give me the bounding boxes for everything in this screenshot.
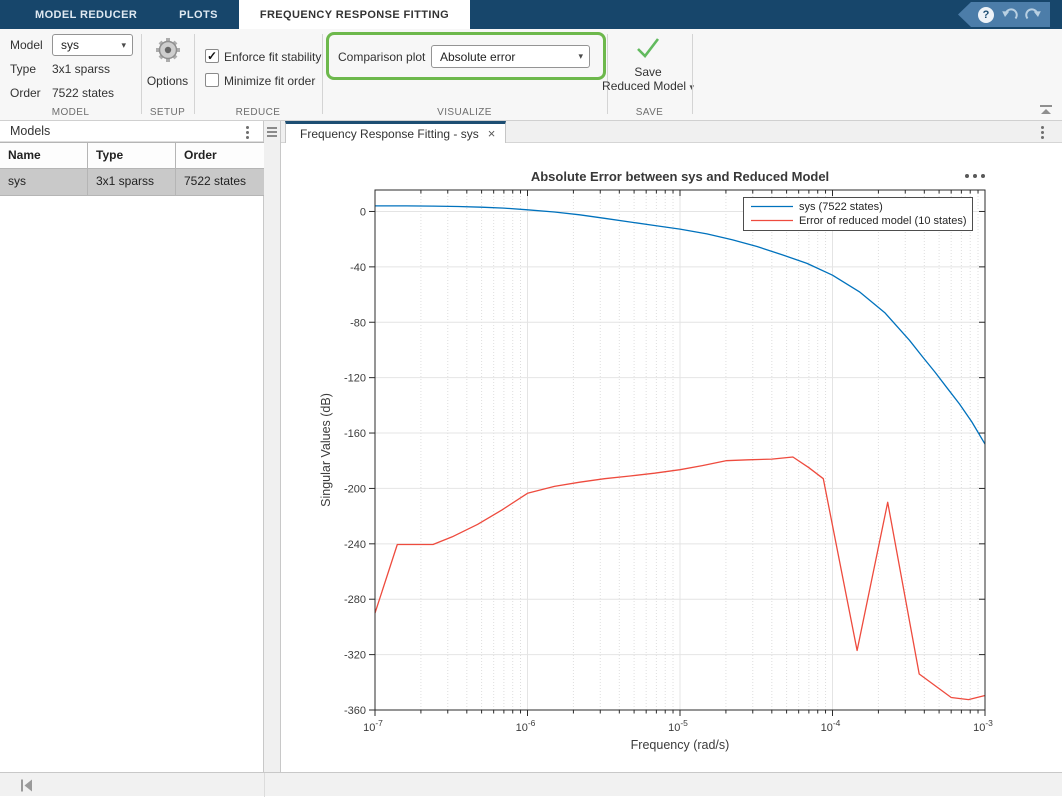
model-name-cell: sys xyxy=(0,169,88,195)
tab-model-reducer[interactable]: MODEL REDUCER xyxy=(14,0,158,29)
svg-text:-40: -40 xyxy=(350,262,366,274)
minimize-fit-order-checkbox[interactable] xyxy=(205,73,219,87)
ribbon-separator xyxy=(322,34,323,114)
status-bar xyxy=(0,772,1062,797)
model-dropdown-value: sys xyxy=(61,38,79,52)
chart-holder: 0 -40 -80 -120 -160 -200 -240 -280 -320 -360 10-7 1… xyxy=(281,143,1062,772)
ribbon-toolstrip: Model sys ▾ Type 3x1 sparss Order 7522 s… xyxy=(0,29,1062,121)
svg-text:-160: -160 xyxy=(344,428,366,440)
close-icon[interactable]: × xyxy=(488,126,496,141)
svg-text:-240: -240 xyxy=(344,539,366,551)
comparison-plot-label: Comparison plot xyxy=(338,50,426,64)
enforce-fit-stability-checkbox[interactable]: ✓ xyxy=(205,49,219,63)
svg-text:Absolute Error between sys and: Absolute Error between sys and Reduced M… xyxy=(531,169,829,184)
svg-text:10-7: 10-7 xyxy=(363,718,383,734)
comparison-plot-dropdown-value: Absolute error xyxy=(440,49,516,64)
svg-text:Singular Values (dB): Singular Values (dB) xyxy=(319,393,333,507)
kebab-menu-icon[interactable] xyxy=(246,126,249,141)
section-label-setup: SETUP xyxy=(149,107,186,118)
gear-icon xyxy=(155,38,180,62)
section-label-save: SAVE xyxy=(635,107,664,118)
comparison-plot-dropdown[interactable]: Absolute error ▾ xyxy=(431,45,590,68)
svg-text:-80: -80 xyxy=(350,317,366,329)
section-label-model: MODEL xyxy=(51,107,90,118)
save-button-line2: Reduced Model ▾ xyxy=(601,79,695,93)
type-label: Type xyxy=(10,62,37,76)
minimize-fit-order-label: Minimize fit order xyxy=(224,74,316,88)
svg-text:Frequency (rad/s): Frequency (rad/s) xyxy=(631,738,730,752)
svg-text:-280: -280 xyxy=(344,594,366,606)
document-area: Frequency Response Fitting - sys × 0 -40 -… xyxy=(281,121,1062,772)
splitter-handle-icon xyxy=(267,127,277,139)
svg-text:-120: -120 xyxy=(344,373,366,385)
table-row[interactable]: sys 3x1 sparss 7522 states xyxy=(0,169,264,195)
redo-icon[interactable] xyxy=(1025,7,1042,22)
chevron-down-icon: ▾ xyxy=(121,39,126,50)
svg-text:-360: -360 xyxy=(344,705,366,717)
axes-options-icon[interactable] xyxy=(965,171,989,181)
document-tab-frf-sys[interactable]: Frequency Response Fitting - sys × xyxy=(285,121,507,143)
model-type-cell: 3x1 sparss xyxy=(88,169,176,195)
section-label-visualize: VISUALIZE xyxy=(437,107,492,118)
ribbon-separator xyxy=(692,34,693,114)
options-button[interactable]: Options xyxy=(141,35,194,88)
svg-text:Error of reduced model (10 sta: Error of reduced model (10 states) xyxy=(799,215,967,227)
tab-frequency-response-fitting[interactable]: FREQUENCY RESPONSE FITTING xyxy=(238,0,471,29)
document-tab-title: Frequency Response Fitting - sys xyxy=(300,126,479,141)
help-icon[interactable]: ? xyxy=(978,6,994,23)
models-panel-title: Models xyxy=(10,124,51,138)
options-button-label: Options xyxy=(146,74,189,88)
column-header-type: Type xyxy=(88,143,176,169)
svg-text:-320: -320 xyxy=(344,650,366,662)
svg-text:10-5: 10-5 xyxy=(668,718,688,734)
order-value: 7522 states xyxy=(52,86,115,100)
models-panel-header: Models xyxy=(0,121,263,142)
frequency-response-chart[interactable]: 0 -40 -80 -120 -160 -200 -240 -280 -320 -36010-7 1… xyxy=(281,143,1062,772)
chevron-down-icon: ▾ xyxy=(578,51,583,61)
collapse-panel-icon[interactable] xyxy=(20,779,34,792)
model-label: Model xyxy=(10,38,43,52)
svg-text:10-3: 10-3 xyxy=(973,718,993,734)
svg-text:-200: -200 xyxy=(344,483,366,495)
chart-legend[interactable]: sys (7522 states) Error of reduced model … xyxy=(743,197,973,231)
ribbon-separator xyxy=(194,34,195,114)
svg-text:10-6: 10-6 xyxy=(516,718,536,734)
document-tabbar: Frequency Response Fitting - sys × xyxy=(281,121,1062,143)
svg-text:0: 0 xyxy=(360,206,366,218)
quick-access-band: ? xyxy=(958,2,1050,27)
model-dropdown[interactable]: sys ▾ xyxy=(52,34,133,56)
check-icon xyxy=(637,38,660,58)
save-button-line1: Save xyxy=(634,65,662,79)
svg-text:10-4: 10-4 xyxy=(821,718,841,734)
status-bar-divider xyxy=(264,773,265,797)
column-header-name: Name xyxy=(0,143,88,169)
collapse-ribbon-icon[interactable] xyxy=(1038,104,1054,116)
enforce-fit-stability-label: Enforce fit stability xyxy=(224,50,322,64)
titlebar: MODEL REDUCER PLOTS FREQUENCY RESPONSE F… xyxy=(0,0,1062,29)
section-label-reduce: REDUCE xyxy=(235,107,281,118)
models-table-header: Name Type Order xyxy=(0,143,264,169)
svg-text:sys (7522 states): sys (7522 states) xyxy=(799,201,883,213)
model-order-cell: 7522 states xyxy=(176,169,264,195)
models-table: Name Type Order sys 3x1 sparss 7522 stat… xyxy=(0,142,264,196)
undo-icon[interactable] xyxy=(1001,7,1018,22)
tab-plots[interactable]: PLOTS xyxy=(158,0,239,29)
tab-overflow-menu-icon[interactable] xyxy=(1041,126,1044,141)
models-panel: Models Name Type Order sys 3x1 sparss 75… xyxy=(0,121,264,772)
column-header-order: Order xyxy=(176,143,264,169)
order-label: Order xyxy=(10,86,41,100)
panel-splitter[interactable] xyxy=(264,121,281,772)
save-reduced-model-button[interactable]: Save Reduced Model ▾ xyxy=(601,35,695,107)
type-value: 3x1 sparss xyxy=(52,62,111,76)
